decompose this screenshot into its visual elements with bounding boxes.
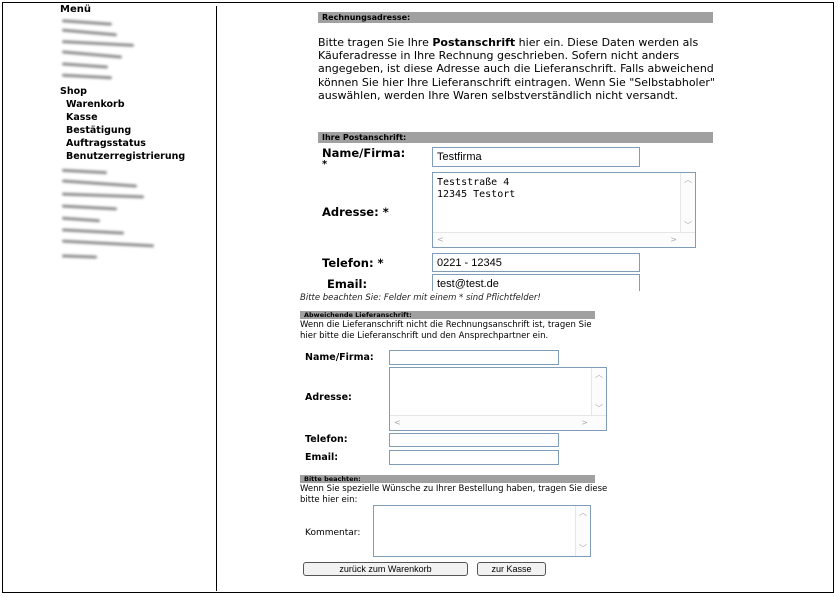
section-header-billing: Rechnungsadresse: <box>318 12 713 23</box>
delivery-phone-input[interactable] <box>389 433 559 447</box>
scroll-left-icon[interactable]: < <box>437 235 444 245</box>
delivery-phone-label: Telefon: <box>305 434 348 445</box>
scroll-up-icon[interactable]: ︿ <box>595 370 603 380</box>
email-label: Email: <box>327 277 368 291</box>
delivery-address-textarea[interactable]: ︿ ﹀ < > <box>389 367 607 431</box>
checkout-button[interactable]: zur Kasse <box>477 562 546 576</box>
delivery-address-vertical-scrollbar[interactable]: ︿ ﹀ <box>591 368 606 416</box>
section-header-delivery: Abweichende Lieferanschrift: <box>300 311 595 319</box>
scroll-left-icon[interactable]: < <box>394 418 401 428</box>
billing-intro: Bitte tragen Sie Ihre Postanschrift hier… <box>318 36 718 102</box>
notes-intro: Wenn Sie spezielle Wünsche zu Ihrer Best… <box>300 484 608 505</box>
sidebar-item-warenkorb[interactable]: Warenkorb <box>66 99 125 110</box>
menu-title: Menü <box>60 4 91 15</box>
sidebar-item-auftragsstatus[interactable]: Auftragsstatus <box>66 138 146 149</box>
delivery-email-input[interactable] <box>389 450 559 465</box>
sidebar-item-benutzerregistrierung[interactable]: Benutzerregistrierung <box>66 151 185 162</box>
scroll-down-icon[interactable]: ﹀ <box>579 544 587 554</box>
name-input[interactable]: Testfirma <box>432 147 640 167</box>
address-value: Teststraße 4 12345 Testort <box>437 177 516 200</box>
delivery-address-horizontal-scrollbar[interactable]: < > <box>390 415 606 430</box>
sidebar-item-bestaetigung[interactable]: Bestätigung <box>66 125 131 136</box>
sidebar-divider <box>216 6 217 591</box>
section-header-notes: Bitte beachten: <box>300 475 595 483</box>
phone-label: Telefon: * <box>322 256 384 270</box>
billing-intro-start: Bitte tragen Sie Ihre <box>318 36 433 49</box>
section-header-postal: Ihre Postanschrift: <box>318 132 713 143</box>
scroll-right-icon[interactable]: > <box>581 418 588 428</box>
address-horizontal-scrollbar[interactable]: < > <box>433 232 695 247</box>
delivery-intro: Wenn die Lieferanschrift nicht die Rechn… <box>300 320 592 341</box>
name-label: Name/Firma: <box>322 146 406 160</box>
shop-heading: Shop <box>60 86 87 97</box>
address-label: Adresse: * <box>322 205 389 219</box>
comment-vertical-scrollbar[interactable]: ︿ ﹀ <box>575 506 590 556</box>
comment-label: Kommentar: <box>305 528 361 538</box>
scroll-right-icon[interactable]: > <box>670 235 677 245</box>
comment-textarea[interactable]: ︿ ﹀ <box>373 505 591 557</box>
address-vertical-scrollbar[interactable]: ︿ ﹀ <box>680 173 695 233</box>
delivery-email-label: Email: <box>305 452 339 463</box>
phone-input[interactable]: 0221 - 12345 <box>432 253 640 272</box>
scroll-down-icon[interactable]: ﹀ <box>684 221 692 231</box>
address-textarea[interactable]: Teststraße 4 12345 Testort ︿ ﹀ < > <box>432 172 696 248</box>
scroll-up-icon[interactable]: ︿ <box>684 175 692 185</box>
sidebar-item-kasse[interactable]: Kasse <box>66 112 98 123</box>
delivery-name-label: Name/Firma: <box>305 352 374 363</box>
email-input[interactable]: test@test.de <box>432 274 640 291</box>
delivery-name-input[interactable] <box>389 350 559 365</box>
scroll-down-icon[interactable]: ﹀ <box>595 404 603 414</box>
back-to-cart-button[interactable]: zurück zum Warenkorb <box>303 562 468 576</box>
billing-intro-emphasis: Postanschrift <box>432 36 516 49</box>
scroll-up-icon[interactable]: ︿ <box>579 508 587 518</box>
name-required-mark: * <box>322 159 328 170</box>
required-fields-note: Bitte beachten Sie: Felder mit einem * s… <box>300 293 541 303</box>
delivery-address-label: Adresse: <box>305 392 352 403</box>
